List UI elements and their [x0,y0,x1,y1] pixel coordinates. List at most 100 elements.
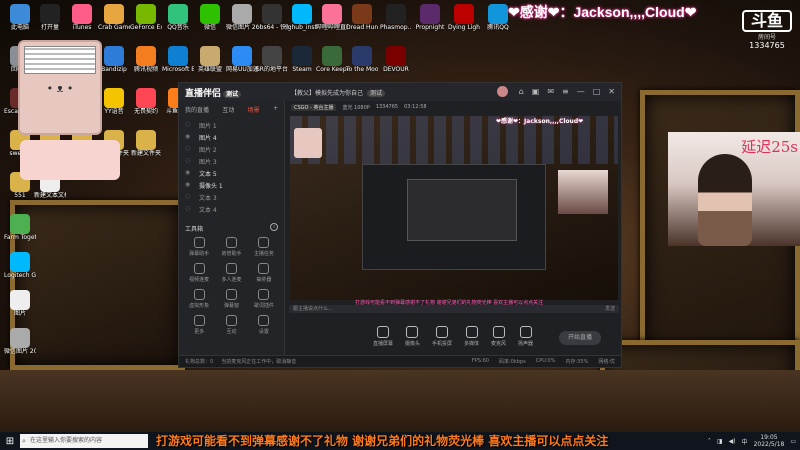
desktop-icon[interactable]: Phasmop... [380,4,412,31]
desktop-icon[interactable]: 微信图片 20220511... [4,328,36,355]
chat-input[interactable]: 跟主播说点什么... [293,306,333,312]
desktop-icon[interactable]: Steam [286,46,318,73]
toolbox-item[interactable]: 弹幕窗 [215,289,247,309]
menu-icon[interactable]: ≡ [562,87,569,96]
source-control-button[interactable]: 麦克风 [491,326,506,347]
visibility-eye-icon[interactable]: ◌ [185,205,190,212]
stream-title[interactable]: 【教父】模拟先成为你自己 测试 [291,88,386,97]
scene-item[interactable]: ◌ 图片 1 [179,118,284,130]
chat-input-bar[interactable]: 跟主播说点什么... 发送 [289,305,619,313]
desktop-icon[interactable]: Core Keeper 快捷方式 [316,46,348,73]
volume-icon[interactable]: ◀) [729,438,736,445]
notification-icon[interactable]: ▭ [790,438,796,445]
desktop-icon[interactable]: 腾讯视频 [130,46,162,73]
quality-label[interactable]: 蓝光 1080P [342,104,369,111]
tab-scenes[interactable]: 场景 [248,105,260,114]
desktop-icon-label: 新建文件夹 [130,150,161,157]
desktop-icon[interactable]: 此电脑 [4,4,36,31]
toolbox-item[interactable]: 更多 [183,315,215,335]
toolbox-item[interactable]: 主播任务 [248,237,280,257]
source-control-button[interactable]: 手机投屏 [432,326,452,347]
desktop-icon[interactable]: Dread Hunger [346,4,378,31]
visibility-eye-icon[interactable]: ◉ [185,133,190,140]
desktop-icon[interactable]: GeForce Experience [130,4,162,31]
source-control-button[interactable]: 多媒体 [464,326,479,347]
visibility-eye-icon[interactable]: ◌ [185,145,190,152]
gift-icon[interactable]: ▣ [532,87,540,96]
scene-item[interactable]: ◉ 摄像头 1 [179,178,284,190]
desktop-icon[interactable]: 英雄联盟 [194,46,226,73]
desktop-icon[interactable]: Logitech G HUB [4,252,36,279]
source-control-button[interactable]: 扬声器 [518,326,533,347]
message-icon[interactable]: ✉ [547,87,554,96]
toolbox-item[interactable]: 多人连麦 [215,263,247,283]
scene-item[interactable]: ◌ 图片 3 [179,154,284,166]
windows-start-icon[interactable]: ⊞ [0,432,20,450]
source-control-button[interactable]: 直播屏幕 [373,326,393,347]
desktop-icon[interactable]: ighub_inst... [286,4,318,31]
visibility-eye-icon[interactable]: ◉ [185,169,190,176]
maximize-icon[interactable]: □ [593,87,601,96]
visibility-eye-icon[interactable]: ◌ [185,157,190,164]
scene-item[interactable]: ◉ 文本 5 [179,166,284,178]
streaming-app-window[interactable]: 直播伴侣 测试 【教父】模拟先成为你自己 测试 ⌂ ▣ ✉ ≡ — □ ✕ 我的直播… [178,82,622,368]
desktop-icon[interactable]: 微信图片 2021111... [226,4,258,31]
toolbox-item[interactable]: 虚拟形象 [183,289,215,309]
visibility-eye-icon[interactable]: ◉ [185,181,190,188]
desktop-icon[interactable]: 无畏契约 [130,88,162,115]
visibility-eye-icon[interactable]: ◌ [185,193,190,200]
tray-chevron-icon[interactable]: ˄ [708,438,711,445]
chat-send-button[interactable]: 发送 [605,305,615,313]
desktop-icon[interactable]: Farm Together [4,214,36,241]
tab-my-live[interactable]: 我的直播 [185,105,209,114]
avatar[interactable] [497,86,508,97]
stream-preview[interactable]: ❤感谢❤：Jackson,,,,Cloud❤ [289,115,619,301]
tab-interact[interactable]: 互动 [222,105,234,114]
desktop-icon[interactable]: Crab Game [98,4,130,31]
minimize-icon[interactable]: — [577,87,585,96]
desktop-icon[interactable]: SR的地平台 [256,46,288,73]
taskbar-clock[interactable]: 19:05 2022/5/18 [754,434,785,448]
toolbox-item[interactable]: 歌词插件 [248,289,280,309]
game-category[interactable]: CSGO - 英台主播 [291,103,337,111]
scene-item[interactable]: ◉ 图片 4 [179,130,284,142]
desktop-icon[interactable]: 新建文件夹 [130,130,162,157]
visibility-eye-icon[interactable]: ◌ [185,121,190,128]
desktop-icon[interactable]: obs64 - 快捷方式 [256,4,288,31]
toolbox-item[interactable]: 弹幕助手 [183,237,215,257]
ime-indicator[interactable]: 中 [742,437,748,446]
desktop-icon[interactable]: 哔哩哔哩直播姬 [316,4,348,31]
desktop-icon[interactable]: 图片 [4,290,36,317]
desktop-icon[interactable]: Microsoft Edge [162,46,194,73]
desktop-icon[interactable]: DEVOUR [380,46,412,73]
desktop-icon[interactable]: iTunes [66,4,98,31]
desktop-icon[interactable]: 打开量 [34,4,66,31]
taskbar-search-input[interactable]: 在这里输入你要搜索的内容 [20,434,148,448]
toolbox-item[interactable]: 设置 [248,315,280,335]
scene-item[interactable]: ◌ 文本 3 [179,190,284,202]
desktop-icon[interactable]: Dying Light 2 [448,4,480,31]
toolbox-item[interactable]: 房管助手 [215,237,247,257]
desktop-icon[interactable]: Propnight [414,4,446,31]
toolbox-item[interactable]: 视频连麦 [183,263,215,283]
scene-item[interactable]: ◌ 图片 2 [179,142,284,154]
start-live-button[interactable]: 开始直播 [559,331,601,345]
toolbox-item[interactable]: 互动 [215,315,247,335]
scene-item[interactable]: ◌ 文本 4 [179,202,284,214]
tool-icon [225,289,237,300]
network-icon[interactable]: ◨ [717,438,723,445]
app-titlebar[interactable]: 直播伴侣 测试 【教父】模拟先成为你自己 测试 ⌂ ▣ ✉ ≡ — □ ✕ [179,83,621,101]
desktop-icon[interactable]: Bandizip [98,46,130,73]
desktop-icon[interactable]: YY语音 [98,88,130,115]
source-control-button[interactable]: 摄像头 [405,326,420,347]
desktop-icon[interactable]: 网易UU加速器 [226,46,258,73]
app-icon [352,46,372,66]
close-icon[interactable]: ✕ [608,87,615,96]
add-scene-icon[interactable]: + [273,105,278,114]
toolbox-collapse-icon[interactable]: ‹ [270,223,278,231]
desktop-icon[interactable]: QQ音乐 [162,4,194,31]
share-icon[interactable]: ⌂ [519,87,524,96]
desktop-icon[interactable]: 微信 [194,4,226,31]
desktop-icon[interactable]: To the Moon [346,46,378,73]
toolbox-item[interactable]: 抽奖器 [248,263,280,283]
